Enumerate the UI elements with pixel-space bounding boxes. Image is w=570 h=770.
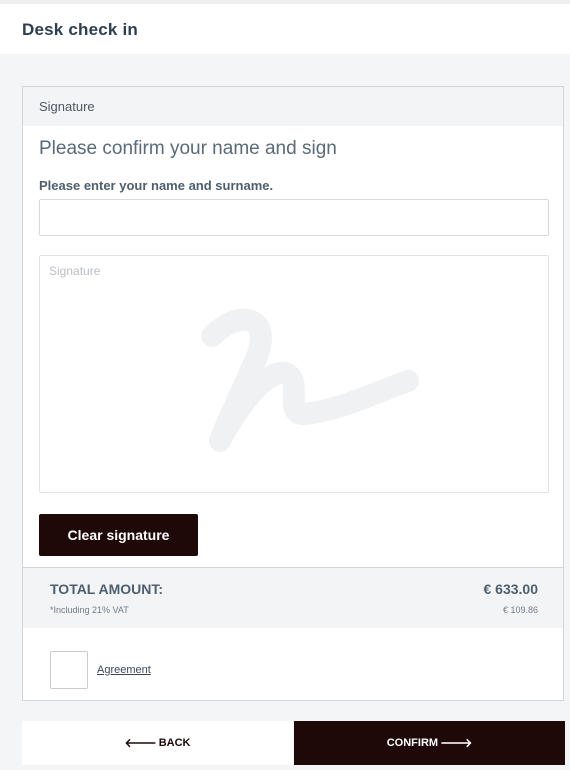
agreement-link[interactable]: Agreement bbox=[97, 664, 151, 676]
signature-card: Signature Please confirm your name and s… bbox=[22, 86, 564, 701]
signature-placeholder: Signature bbox=[49, 264, 101, 278]
back-button[interactable]: 🡐 BACK bbox=[22, 721, 293, 765]
page-title: Desk check in bbox=[22, 20, 138, 39]
vat-label: *Including 21% VAT bbox=[50, 605, 129, 615]
arrow-left-icon: 🡐 bbox=[124, 736, 157, 750]
totals-panel: TOTAL AMOUNT: € 633.00 *Including 21% VA… bbox=[23, 567, 563, 628]
section-label: Signature bbox=[39, 99, 95, 114]
total-amount-value: € 633.00 bbox=[483, 581, 539, 597]
signature-pad[interactable]: Signature bbox=[39, 255, 549, 493]
name-surname-input[interactable] bbox=[39, 199, 549, 236]
name-field-label: Please enter your name and surname. bbox=[39, 178, 274, 193]
page-header: Desk check in bbox=[0, 4, 570, 54]
agreement-checkbox[interactable] bbox=[50, 651, 88, 689]
total-amount-label: TOTAL AMOUNT: bbox=[50, 581, 164, 597]
clear-signature-button[interactable]: Clear signature bbox=[39, 514, 198, 556]
confirm-button-label: CONFIRM bbox=[386, 737, 439, 749]
card-header: Signature bbox=[23, 87, 563, 126]
signature-icon bbox=[201, 308, 419, 452]
arrow-right-icon: 🡒 bbox=[440, 736, 473, 750]
confirm-button[interactable]: CONFIRM 🡒 bbox=[294, 721, 565, 765]
vat-value: € 109.86 bbox=[502, 605, 538, 615]
confirm-prompt: Please confirm your name and sign bbox=[39, 138, 337, 159]
back-button-label: BACK bbox=[158, 737, 191, 749]
